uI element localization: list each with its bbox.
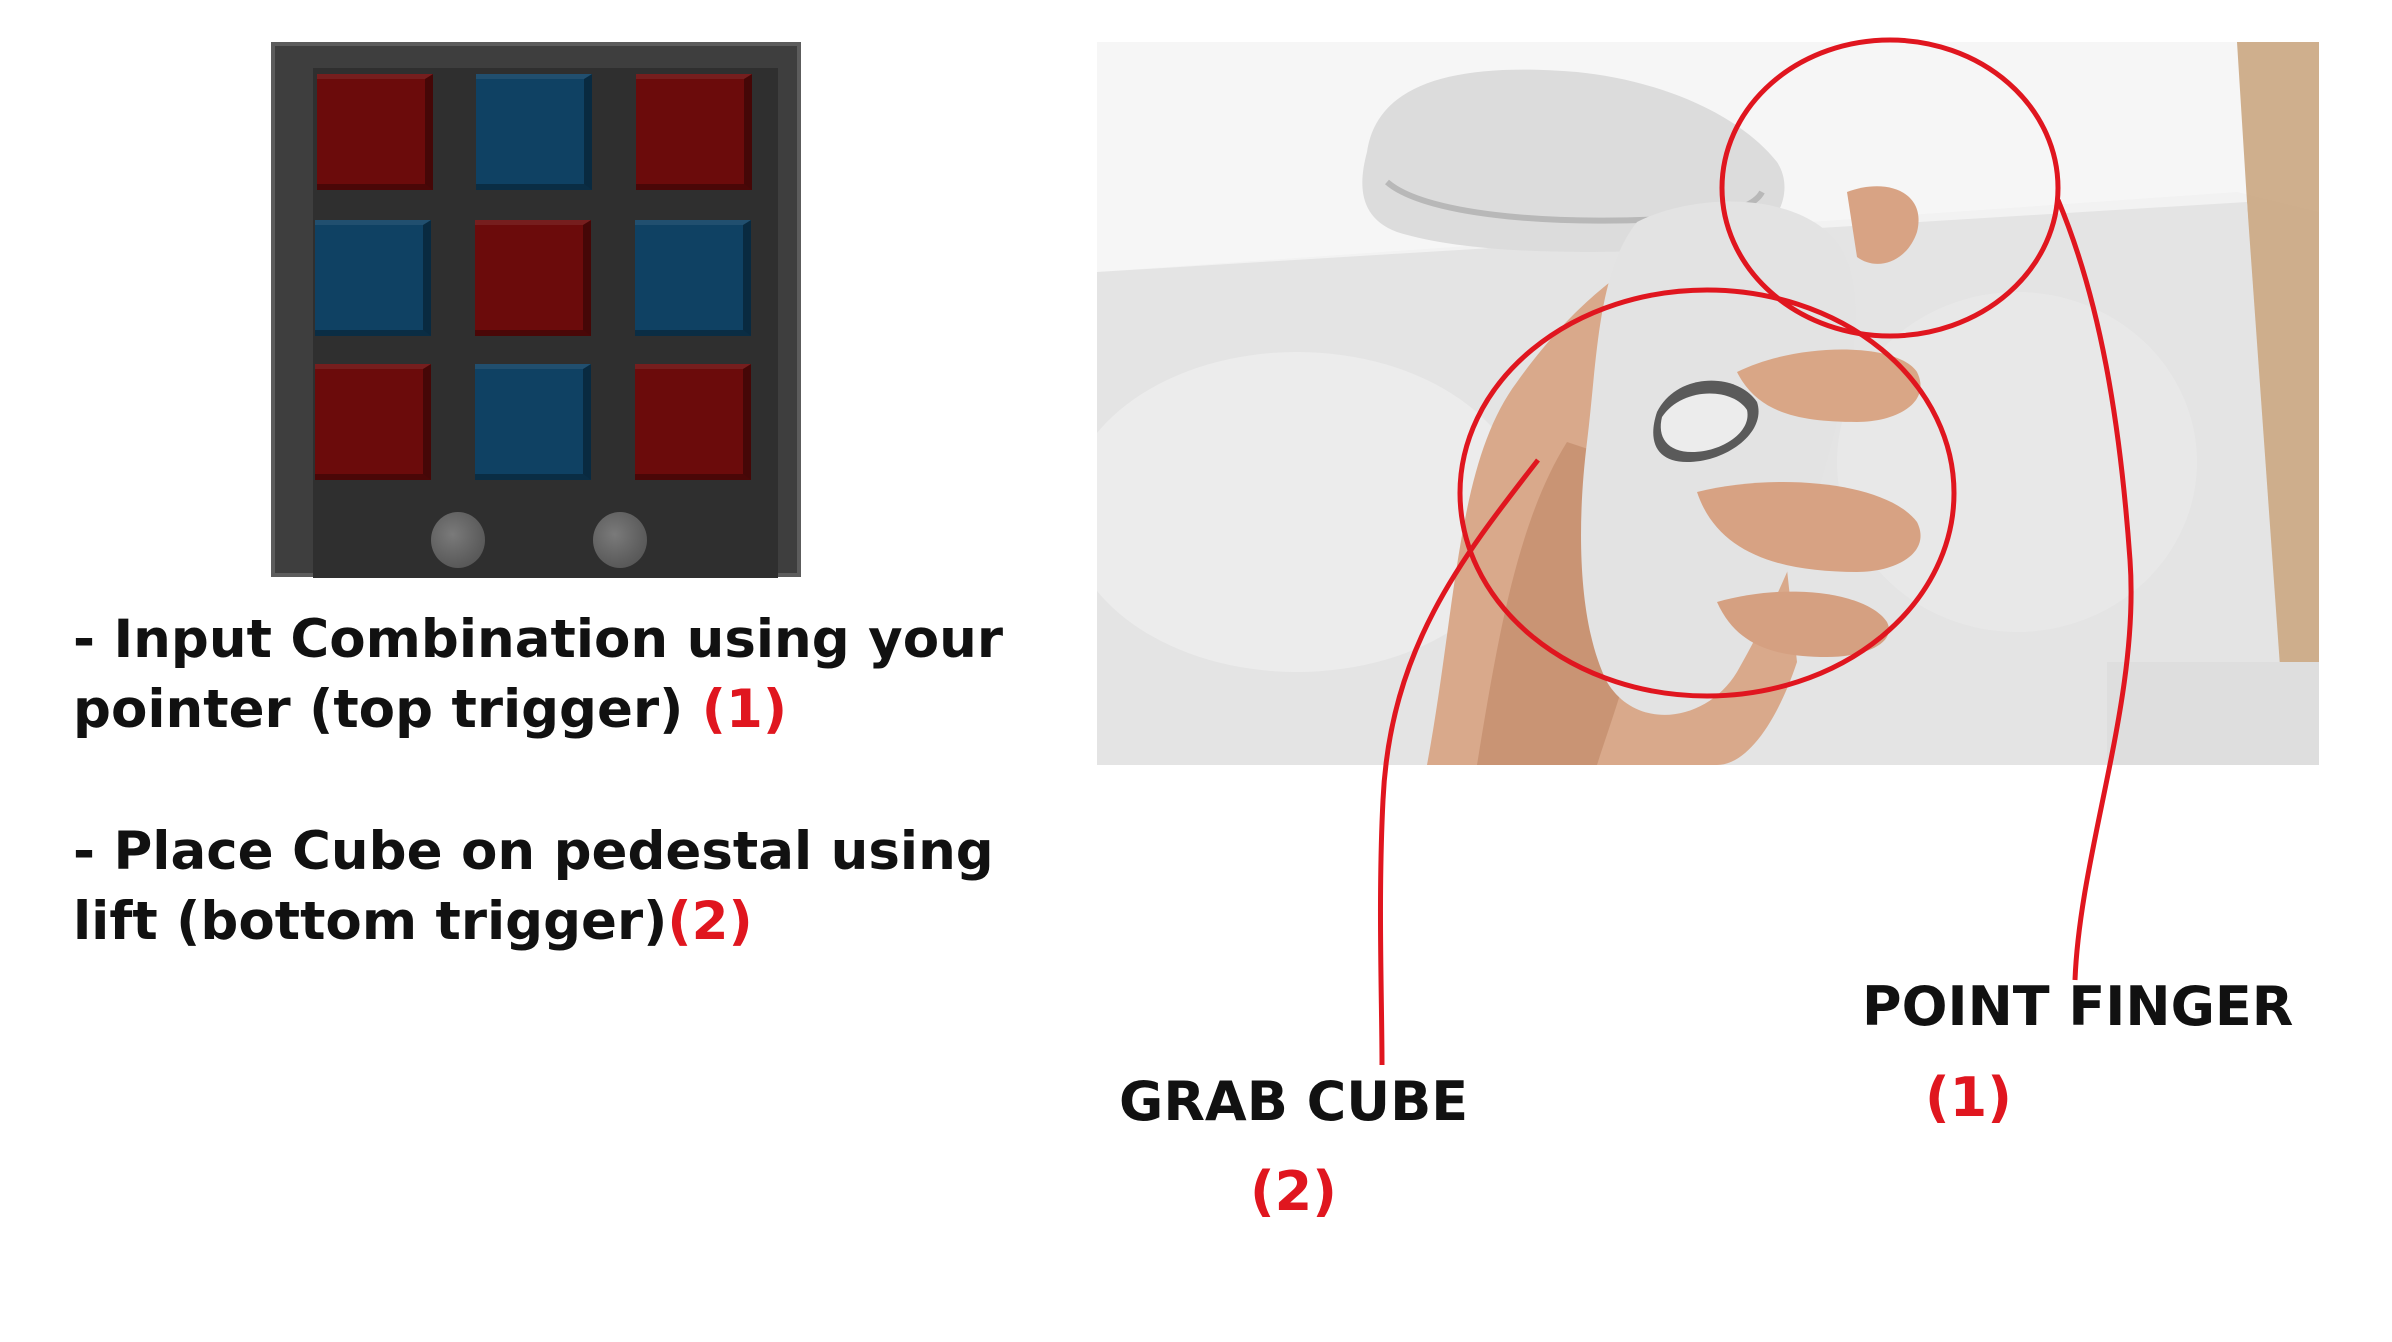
cube-blue (475, 364, 591, 480)
instruction-2-line2-text: lift (bottom trigger) (73, 891, 668, 952)
grab-cube-number: (2) (1250, 1160, 1337, 1223)
cube-red (317, 74, 433, 190)
instruction-2-line2: lift (bottom trigger)(2) (73, 887, 994, 957)
instruction-2: - Place Cube on pedestal using lift (bot… (73, 817, 994, 957)
pedestal (431, 512, 485, 568)
point-finger-label: POINT FINGER (1862, 975, 2294, 1038)
instruction-1-marker: (1) (701, 679, 788, 740)
instruction-1-line2: pointer (top trigger) (1) (73, 675, 1003, 745)
controller-photo (1097, 42, 2319, 765)
point-finger-number: (1) (1925, 1066, 2012, 1129)
instruction-1-line1: - Input Combination using your (73, 609, 1003, 670)
grab-cube-label: GRAB CUBE (1119, 1070, 1469, 1133)
cube-red (636, 74, 752, 190)
instruction-1: - Input Combination using your pointer (… (73, 605, 1003, 745)
cube-red (635, 364, 751, 480)
controller-illustration (1097, 42, 2319, 765)
cube-red (315, 364, 431, 480)
cube-blue (315, 220, 431, 336)
instruction-2-marker: (2) (667, 891, 753, 952)
cube-red (475, 220, 591, 336)
cube-blue (476, 74, 592, 190)
board-surface (313, 68, 778, 578)
pedestal (593, 512, 647, 568)
cube-blue (635, 220, 751, 336)
puzzle-board (271, 42, 801, 578)
instruction-1-line2-text: pointer (top trigger) (73, 679, 702, 740)
instruction-2-line1: - Place Cube on pedestal using (73, 821, 994, 882)
